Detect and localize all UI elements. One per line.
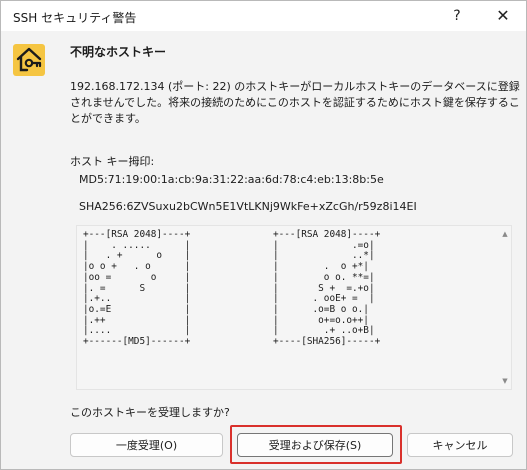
fingerprint-sha256: SHA256:6ZVSuxu2bCWn5E1VtLKNj9WkFe+xZcGh/… — [79, 200, 417, 213]
warning-message: 192.168.172.134 (ポート: 22) のホストキーがローカルホスト… — [70, 80, 520, 125]
scroll-down-icon[interactable]: ▼ — [499, 375, 511, 387]
close-button[interactable]: ✕ — [480, 1, 526, 31]
randomart-panel[interactable]: +---[RSA 2048]----+ | . ..... | | . + o … — [76, 225, 512, 390]
randomart-sha256: +---[RSA 2048]----+ | .=o| | ..*| | . o … — [273, 229, 381, 348]
window-title: SSH セキュリティ警告 — [13, 11, 137, 25]
dialog-heading: 不明なホストキー — [70, 45, 167, 59]
scroll-up-icon[interactable]: ▲ — [499, 228, 511, 240]
accept-and-save-button[interactable]: 受理および保存(S) — [237, 433, 393, 457]
fingerprint-label: ホスト キー拇印: — [70, 155, 155, 168]
accept-question: このホストキーを受理しますか? — [70, 406, 230, 419]
ssh-security-alert-dialog: SSH セキュリティ警告 ? ✕ 不明なホストキー 192.168.172.13… — [0, 0, 527, 470]
fingerprint-md5: MD5:71:19:00:1a:cb:9a:31:22:aa:6d:78:c4:… — [79, 173, 384, 186]
help-button[interactable]: ? — [434, 1, 480, 31]
house-key-icon — [13, 44, 45, 76]
cancel-button[interactable]: キャンセル — [407, 433, 513, 457]
vertical-scrollbar[interactable]: ▲ ▼ — [499, 226, 511, 389]
accept-once-button[interactable]: 一度受理(O) — [70, 433, 223, 457]
randomart-md5: +---[RSA 2048]----+ | . ..... | | . + o … — [83, 229, 191, 348]
title-bar[interactable]: SSH セキュリティ警告 ? ✕ — [1, 1, 526, 31]
